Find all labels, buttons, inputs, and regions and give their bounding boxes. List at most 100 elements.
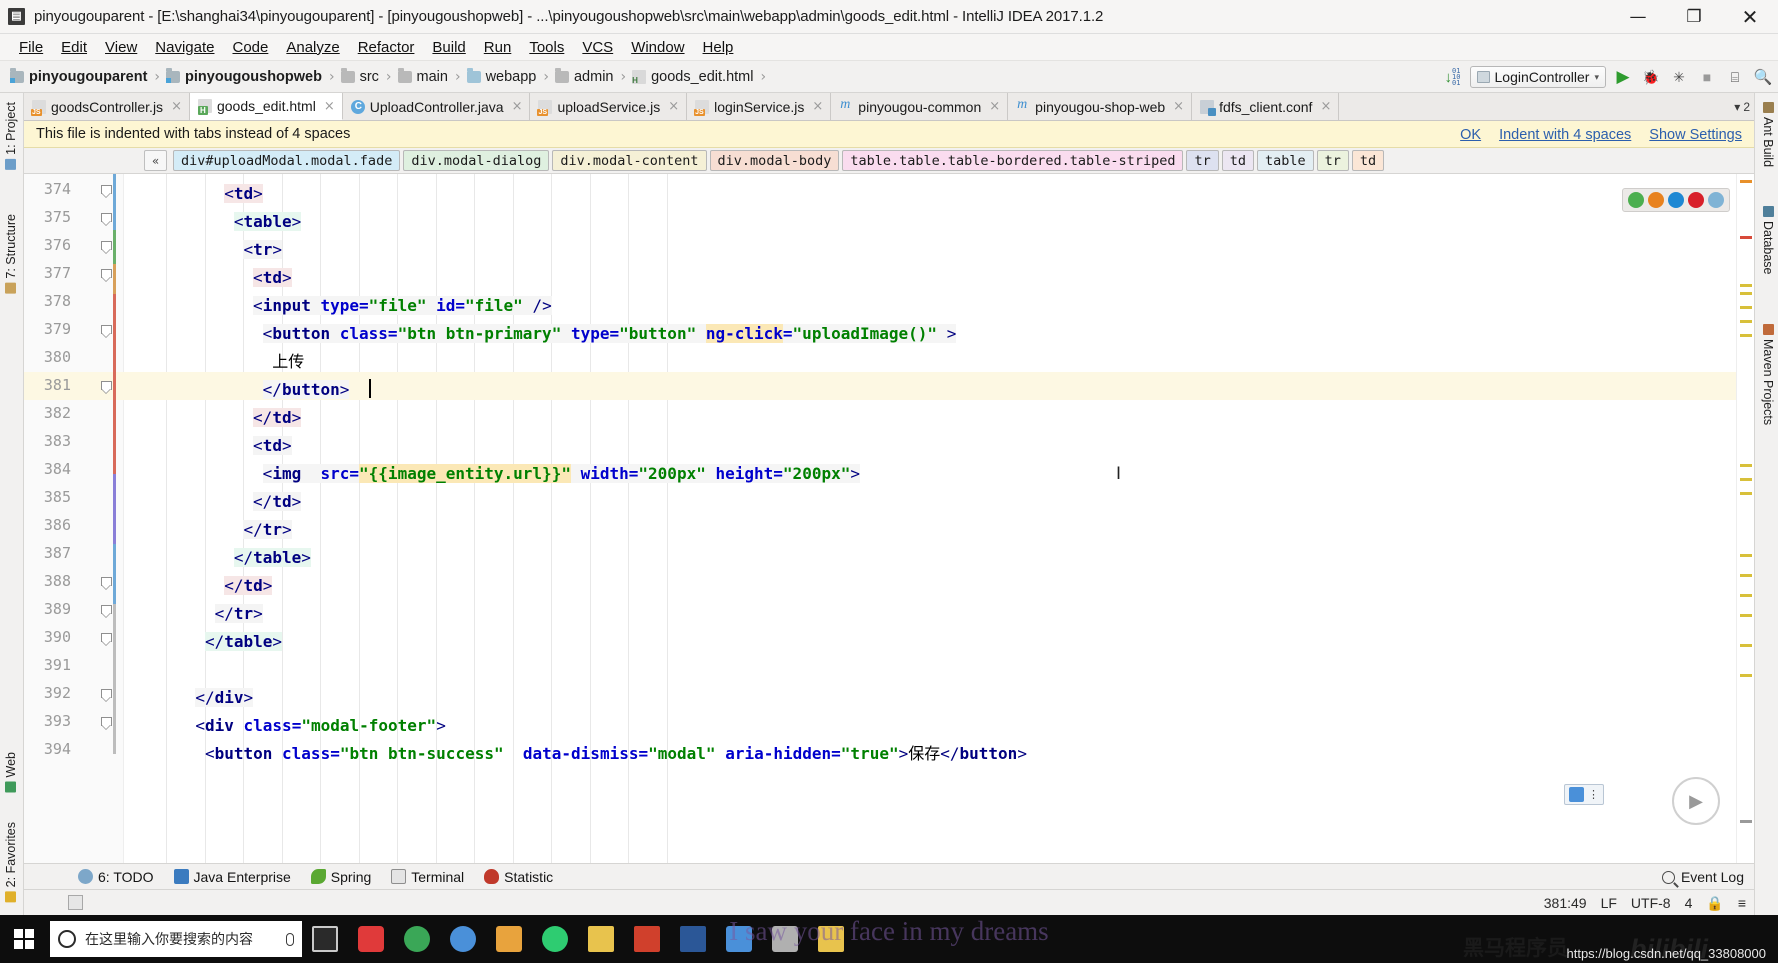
- opera-icon[interactable]: [1688, 192, 1704, 208]
- start-button[interactable]: [0, 915, 48, 963]
- taskbar-item-11[interactable]: [808, 915, 854, 963]
- extra-menu-icon[interactable]: ≡: [1738, 895, 1746, 911]
- code-line[interactable]: <td>: [224, 180, 263, 208]
- code-fold-marker[interactable]: [101, 577, 112, 590]
- code-fold-marker[interactable]: [101, 381, 112, 394]
- code-line[interactable]: </div>: [195, 684, 254, 712]
- menu-analyze[interactable]: Analyze: [277, 37, 348, 58]
- code-line[interactable]: <input type="file" id="file" />: [253, 292, 552, 320]
- breadcrumb-src[interactable]: src: [340, 67, 379, 85]
- stop-button[interactable]: ■: [1696, 66, 1718, 88]
- inspection-menu-icon[interactable]: ⋮: [1588, 789, 1599, 800]
- code-line[interactable]: </table>: [204, 628, 283, 656]
- breadcrumb-collapse-button[interactable]: «: [144, 150, 167, 171]
- editor-gutter[interactable]: 374 375 376 377 378 379 380 381 382 383 384 385 386 3…: [24, 174, 124, 863]
- code-fold-marker[interactable]: [101, 185, 112, 198]
- caret-position[interactable]: 381:49: [1544, 895, 1587, 911]
- menu-view[interactable]: View: [96, 37, 146, 58]
- menu-tools[interactable]: Tools: [520, 37, 573, 58]
- tab-loginservice-js[interactable]: loginService.js ×: [687, 93, 832, 120]
- notification-settings-link[interactable]: Show Settings: [1649, 127, 1742, 143]
- toolwindow-terminal[interactable]: Terminal: [391, 869, 464, 885]
- menu-window[interactable]: Window: [622, 37, 693, 58]
- close-icon[interactable]: ×: [812, 99, 823, 114]
- toolwindow-java-enterprise[interactable]: Java Enterprise: [173, 869, 291, 885]
- code-line[interactable]: <tr>: [243, 236, 282, 264]
- code-line[interactable]: </tr>: [243, 516, 292, 544]
- run-button[interactable]: ▶: [1612, 66, 1634, 88]
- code-line[interactable]: <img src="{{image_entity.url}}" width="2…: [262, 460, 860, 488]
- coverage-button[interactable]: ✳: [1668, 66, 1690, 88]
- code-fold-marker[interactable]: [101, 269, 112, 282]
- chip-modal-content[interactable]: div.modal-content: [552, 150, 707, 171]
- chip-tr-2[interactable]: tr: [1316, 150, 1349, 171]
- code-fold-marker[interactable]: [101, 325, 112, 338]
- code-line[interactable]: <button class="btn btn-success" data-dis…: [205, 740, 1027, 768]
- ie-icon[interactable]: [1708, 192, 1724, 208]
- debug-button[interactable]: 🐞: [1640, 66, 1662, 88]
- code-fold-marker[interactable]: [101, 605, 112, 618]
- code-line[interactable]: <td>: [253, 264, 292, 292]
- sidebar-item-favorites[interactable]: 2: Favorites: [0, 819, 22, 905]
- tab-goodscontroller-js[interactable]: goodsController.js ×: [24, 93, 190, 120]
- menu-help[interactable]: Help: [694, 37, 743, 58]
- code-line[interactable]: <table>: [233, 208, 302, 236]
- maximize-button[interactable]: ❐: [1666, 0, 1722, 34]
- code-line[interactable]: <td>: [253, 432, 292, 460]
- taskbar-item-7[interactable]: [624, 915, 670, 963]
- close-icon[interactable]: ×: [171, 99, 182, 114]
- sidebar-item-ant-build[interactable]: Ant Build: [1757, 99, 1778, 170]
- chip-tr-1[interactable]: tr: [1186, 150, 1219, 171]
- tab-fdfs-client-conf[interactable]: fdfs_client.conf ×: [1192, 93, 1340, 120]
- run-configuration-selector[interactable]: LoginController ▾: [1469, 66, 1606, 88]
- taskbar-item-5[interactable]: [532, 915, 578, 963]
- breadcrumb-pinyougouparent[interactable]: pinyougouparent: [10, 67, 147, 85]
- code-fold-marker[interactable]: [101, 717, 112, 730]
- code-line[interactable]: </td>: [253, 488, 302, 516]
- taskbar-item-8[interactable]: [670, 915, 716, 963]
- menu-navigate[interactable]: Navigate: [146, 37, 223, 58]
- taskbar-item-1[interactable]: [348, 915, 394, 963]
- indent-size[interactable]: 4: [1685, 895, 1693, 911]
- chip-td-2[interactable]: td: [1351, 150, 1385, 171]
- code-fold-marker[interactable]: [101, 689, 112, 702]
- tab-pinyougou-shop-web[interactable]: pinyougou-shop-web ×: [1008, 93, 1193, 120]
- notification-indent-link[interactable]: Indent with 4 spaces: [1499, 127, 1631, 143]
- close-icon[interactable]: ×: [1173, 99, 1184, 114]
- tab-goods-edit-html[interactable]: goods_edit.html ×: [189, 93, 343, 120]
- tab-uploadservice-js[interactable]: uploadService.js ×: [530, 93, 688, 120]
- taskbar-item-3[interactable]: [440, 915, 486, 963]
- menu-file[interactable]: File: [10, 37, 52, 58]
- inspection-widget[interactable]: ⋮: [1564, 784, 1604, 805]
- code-line[interactable]: </td>: [253, 404, 302, 432]
- code-editor[interactable]: 374 375 376 377 378 379 380 381 382 383 384 385 386 3…: [24, 174, 1754, 863]
- breadcrumb-pinyougoushopweb[interactable]: pinyougoushopweb: [166, 67, 322, 85]
- close-icon[interactable]: ×: [324, 99, 335, 114]
- menu-vcs[interactable]: VCS: [573, 37, 622, 58]
- breadcrumb-admin[interactable]: admin: [554, 67, 613, 85]
- close-button[interactable]: ✕: [1722, 0, 1778, 34]
- close-icon[interactable]: ×: [668, 99, 679, 114]
- toolwindow-todo[interactable]: 6: TODO: [78, 869, 154, 885]
- microphone-icon[interactable]: [286, 932, 294, 946]
- chip-upload-modal[interactable]: div#uploadModal.modal.fade: [173, 150, 401, 171]
- chip-table[interactable]: table.table.table-bordered.table-striped: [842, 150, 1184, 171]
- taskbar-item-10[interactable]: [762, 915, 808, 963]
- chip-table-2[interactable]: table: [1256, 150, 1314, 171]
- code-fold-marker[interactable]: [101, 213, 112, 226]
- close-icon[interactable]: ×: [1320, 99, 1331, 114]
- code-line[interactable]: 上传: [272, 348, 304, 376]
- breadcrumb-goods-edit-html[interactable]: goods_edit.html: [632, 69, 753, 85]
- toolwindow-toggle-icon[interactable]: [68, 895, 83, 910]
- code-fold-marker[interactable]: [101, 633, 112, 646]
- floating-play-button[interactable]: ▶: [1672, 777, 1720, 825]
- browser-launch-bar[interactable]: [1622, 188, 1730, 212]
- search-input[interactable]: 在这里输入你要搜索的内容: [85, 929, 253, 949]
- search-icon[interactable]: 🔍: [1752, 66, 1774, 88]
- firefox-icon[interactable]: [1648, 192, 1664, 208]
- menu-build[interactable]: Build: [423, 37, 474, 58]
- editor-overview-scrollbar[interactable]: [1736, 174, 1754, 863]
- close-icon[interactable]: ×: [989, 99, 1000, 114]
- toolwindow-spring[interactable]: Spring: [310, 869, 371, 885]
- tab-uploadcontroller-java[interactable]: UploadController.java ×: [343, 93, 531, 120]
